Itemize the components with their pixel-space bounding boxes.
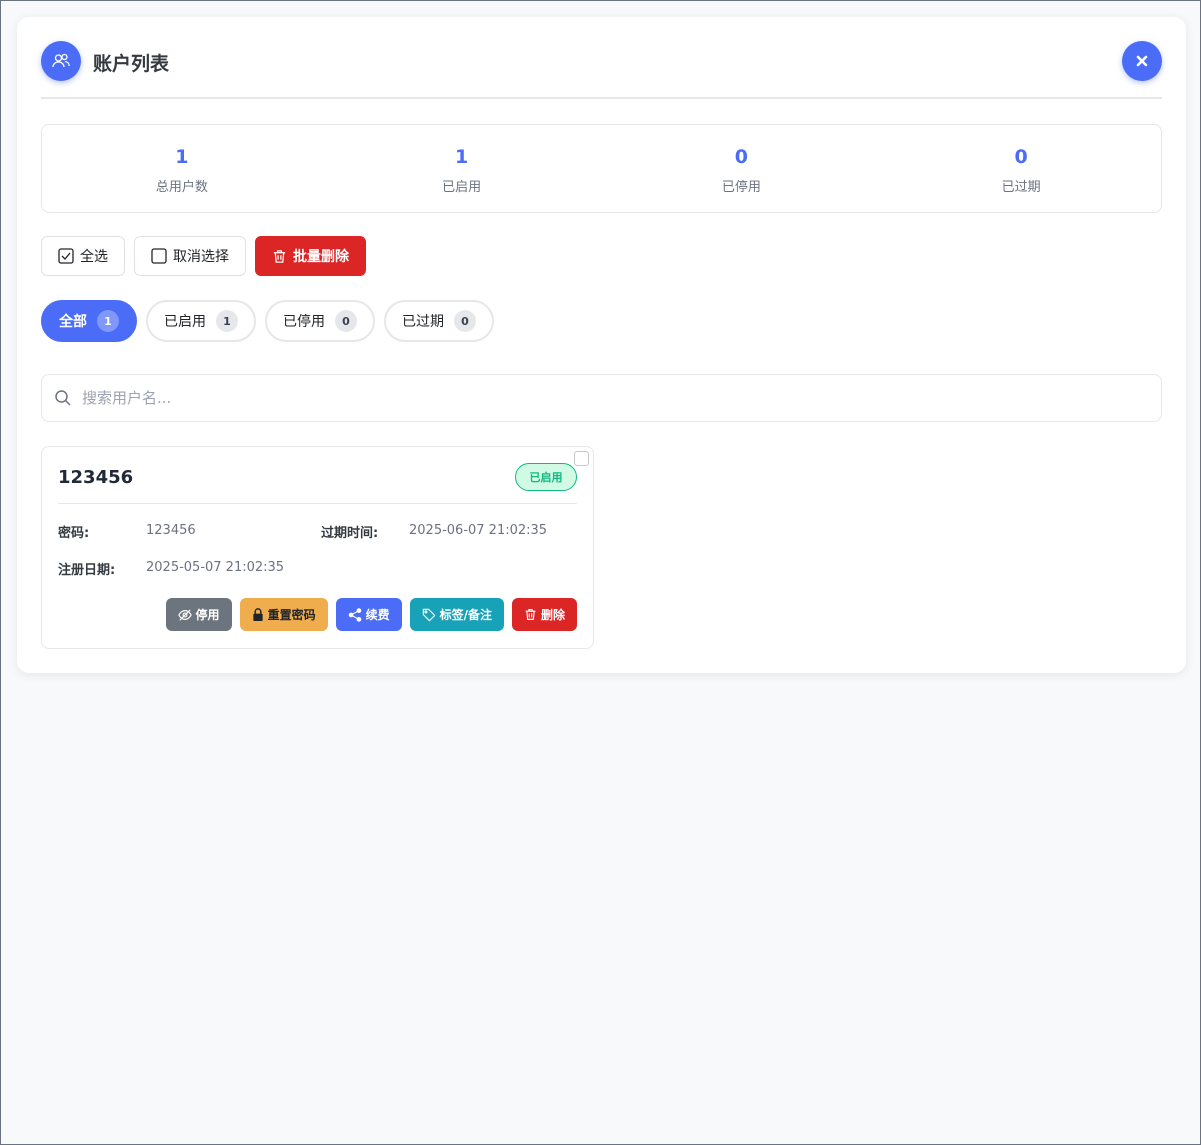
close-button[interactable] <box>1122 41 1162 81</box>
batch-toolbar: 全选 取消选择 批量删除 <box>41 236 366 276</box>
tag-icon <box>422 608 436 621</box>
account-username: 123456 <box>58 467 134 488</box>
stat-enabled: 1 已启用 <box>322 125 602 212</box>
deselect-label: 取消选择 <box>173 249 229 265</box>
card-divider <box>58 503 577 504</box>
eye-slash-icon <box>177 608 192 621</box>
stat-expired: 0 已过期 <box>881 125 1161 212</box>
password-value: 123456 <box>146 523 196 538</box>
account-list-modal: 账户列表 1 总用户数 1 已启用 0 已停用 0 已过期 全选 取消选择 批量… <box>17 17 1186 673</box>
search-icon <box>55 390 71 406</box>
tab-label: 已停用 <box>283 314 325 330</box>
stat-value: 1 <box>175 146 189 168</box>
select-all-button[interactable]: 全选 <box>41 236 125 276</box>
tab-count-badge: 0 <box>454 310 476 332</box>
reset-password-label: 重置密码 <box>267 608 316 622</box>
checkbox-checked-icon <box>58 248 74 264</box>
tab-count-badge: 1 <box>97 310 119 332</box>
select-all-label: 全选 <box>80 249 108 265</box>
tab-all[interactable]: 全部 1 <box>41 300 137 342</box>
stat-label: 总用户数 <box>155 180 208 195</box>
reset-password-button[interactable]: 重置密码 <box>239 598 328 631</box>
tab-label: 已启用 <box>164 314 206 330</box>
deselect-button[interactable]: 取消选择 <box>134 236 246 276</box>
trash-icon <box>273 249 286 263</box>
stat-label: 已过期 <box>1001 180 1041 195</box>
tab-count-badge: 1 <box>216 310 238 332</box>
lock-icon <box>252 608 263 621</box>
stat-disabled: 0 已停用 <box>602 125 882 212</box>
trash-icon <box>525 609 536 620</box>
share-icon <box>348 607 361 622</box>
stat-value: 0 <box>734 146 748 168</box>
tab-enabled[interactable]: 已启用 1 <box>146 300 256 342</box>
status-filter-tabs: 全部 1 已启用 1 已停用 0 已过期 0 <box>41 300 494 342</box>
stats-panel: 1 总用户数 1 已启用 0 已停用 0 已过期 <box>41 124 1162 213</box>
stat-value: 1 <box>455 146 469 168</box>
users-icon <box>41 41 81 81</box>
renew-button[interactable]: 续费 <box>335 598 402 631</box>
delete-button[interactable]: 删除 <box>511 598 577 631</box>
renew-label: 续费 <box>365 608 390 622</box>
batch-delete-button[interactable]: 批量删除 <box>255 236 366 276</box>
stat-value: 0 <box>1014 146 1028 168</box>
disable-label: 停用 <box>195 608 220 622</box>
tab-label: 全部 <box>59 314 87 330</box>
tab-count-badge: 0 <box>335 310 357 332</box>
expire-label: 过期时间: <box>321 526 379 541</box>
register-value: 2025-05-07 21:02:35 <box>146 560 285 575</box>
delete-label: 删除 <box>540 608 565 622</box>
tags-notes-label: 标签/备注 <box>439 608 492 622</box>
search-box <box>41 374 1162 422</box>
account-select-checkbox[interactable] <box>574 451 589 466</box>
batch-delete-label: 批量删除 <box>293 249 349 265</box>
close-icon <box>1136 55 1148 67</box>
account-card: 123456 已启用 密码: 123456 过期时间: 2025-06-07 2… <box>41 446 594 649</box>
tab-disabled[interactable]: 已停用 0 <box>265 300 375 342</box>
stat-label: 已停用 <box>721 180 761 195</box>
expire-value: 2025-06-07 21:02:35 <box>409 523 548 538</box>
tab-expired[interactable]: 已过期 0 <box>384 300 494 342</box>
card-actions: 停用 重置密码 续费 标签/备注 删除 <box>165 598 577 631</box>
status-badge: 已启用 <box>515 463 577 491</box>
search-input[interactable] <box>42 375 1161 421</box>
tab-label: 已过期 <box>402 314 444 330</box>
modal-header: 账户列表 <box>41 41 1162 99</box>
stat-total-users: 1 总用户数 <box>42 125 322 212</box>
tags-notes-button[interactable]: 标签/备注 <box>409 598 504 631</box>
stat-label: 已启用 <box>442 180 482 195</box>
page-title: 账户列表 <box>93 53 170 75</box>
checkbox-empty-icon <box>151 248 167 264</box>
disable-button[interactable]: 停用 <box>165 598 232 631</box>
register-label: 注册日期: <box>58 563 116 578</box>
password-label: 密码: <box>58 526 90 541</box>
